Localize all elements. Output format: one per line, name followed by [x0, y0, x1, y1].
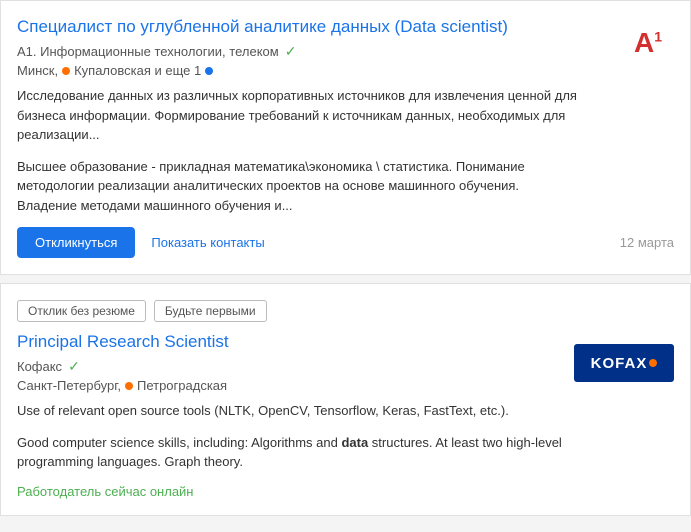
- verified-icon-1: ✓: [285, 43, 297, 60]
- card-footer-1: Откликнуться Показать контакты 12 марта: [17, 227, 674, 258]
- metro-1: Купаловская и еще 1: [74, 63, 201, 78]
- city-1: Минск,: [17, 63, 58, 78]
- logo-kofax-dot: [649, 359, 657, 367]
- metro-dot-3: [125, 382, 133, 390]
- logo-a1-text: А1: [634, 27, 662, 59]
- job-card-1: Специалист по углубленной аналитике данн…: [0, 0, 691, 275]
- logo-a1: А1: [622, 17, 674, 69]
- logo-kofax: KOFAX: [574, 344, 674, 382]
- metro-dot-2: [205, 67, 213, 75]
- job-title-1[interactable]: Специалист по углубленной аналитике данн…: [17, 17, 674, 37]
- contacts-button-1[interactable]: Показать контакты: [151, 235, 264, 250]
- company-name-2: Кофакс: [17, 359, 62, 374]
- tag-be-first: Будьте первыми: [154, 300, 267, 322]
- metro-2: Петроградская: [137, 378, 227, 393]
- tag-row: Отклик без резюме Будьте первыми: [17, 300, 674, 322]
- company-row-1: А1. Информационные технологии, телеком ✓: [17, 43, 674, 60]
- tag-no-resume: Отклик без резюме: [17, 300, 146, 322]
- company-name-1: А1. Информационные технологии, телеком: [17, 44, 279, 59]
- apply-button-1[interactable]: Откликнуться: [17, 227, 135, 258]
- logo-kofax-text: KOFAX: [591, 355, 648, 372]
- employer-online: Работодатель сейчас онлайн: [17, 484, 674, 499]
- desc-2b-text1: Good computer science skills, including:…: [17, 435, 341, 450]
- metro-dot-1: [62, 67, 70, 75]
- description-2a: Use of relevant open source tools (NLTK,…: [17, 401, 577, 421]
- description-1b: Высшее образование - прикладная математи…: [17, 157, 577, 216]
- description-2b: Good computer science skills, including:…: [17, 433, 577, 472]
- city-2: Санкт-Петербург,: [17, 378, 121, 393]
- verified-icon-2: ✓: [68, 358, 80, 375]
- location-row-1: Минск, Купаловская и еще 1: [17, 63, 674, 78]
- description-1a: Исследование данных из различных корпора…: [17, 86, 577, 145]
- desc-2b-bold: data: [341, 435, 368, 450]
- job-card-2: Отклик без резюме Будьте первыми Princip…: [0, 283, 691, 516]
- date-1: 12 марта: [620, 235, 674, 250]
